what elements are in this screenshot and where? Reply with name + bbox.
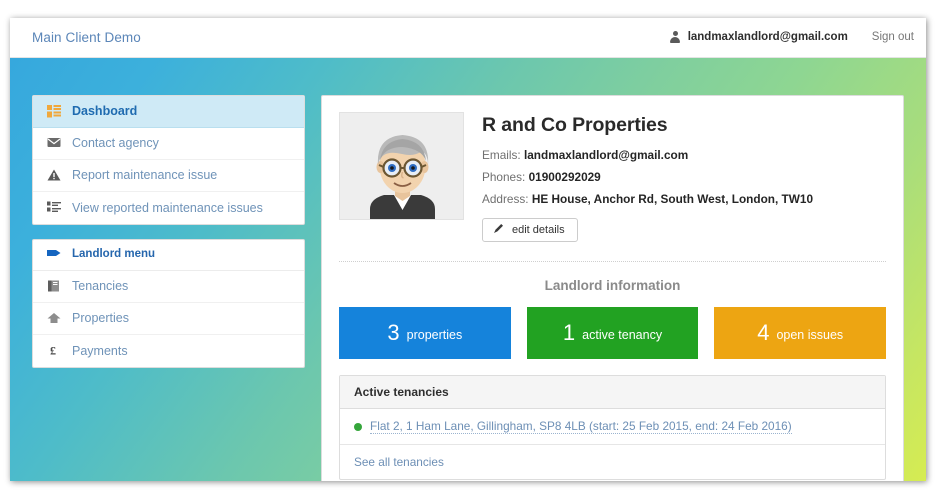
edit-details-button[interactable]: edit details bbox=[482, 218, 578, 242]
emails-label: Emails: bbox=[482, 148, 521, 162]
stat-properties[interactable]: 3 properties bbox=[339, 307, 511, 359]
envelope-icon bbox=[47, 137, 62, 151]
page-background: Dashboard Contact agency Report maintena… bbox=[10, 58, 926, 481]
address-label: Address: bbox=[482, 192, 529, 206]
navbar-right-group: landmaxlandlord@gmail.com Sign out bbox=[670, 31, 914, 43]
list-icon bbox=[47, 201, 62, 215]
sidebar-section-label: Landlord menu bbox=[72, 248, 156, 261]
top-navbar: Main Client Demo landmaxlandlord@gmail.c… bbox=[10, 18, 926, 58]
see-all-row: See all tenancies bbox=[340, 445, 885, 479]
stats-row: 3 properties 1 active tenancy 4 open iss… bbox=[339, 307, 887, 359]
phones-label: Phones: bbox=[482, 170, 526, 184]
sidebar-item-label: Properties bbox=[72, 311, 129, 326]
user-icon bbox=[670, 31, 681, 43]
profile-details: R and Co Properties Emails: landmaxlandl… bbox=[482, 112, 886, 242]
user-email-label: landmaxlandlord@gmail.com bbox=[687, 31, 848, 43]
app-root: Main Client Demo landmaxlandlord@gmail.c… bbox=[0, 0, 936, 503]
pencil-icon bbox=[493, 223, 504, 237]
pound-icon: £ bbox=[47, 344, 62, 358]
phones-value: 01900292029 bbox=[528, 170, 601, 184]
tag-icon bbox=[47, 248, 62, 262]
profile-emails-row: Emails: landmaxlandlord@gmail.com bbox=[482, 148, 886, 162]
sidebar-secondary-panel: Landlord menu Tenancies Properties £ Pay… bbox=[32, 239, 305, 368]
sidebar-item-label: Payments bbox=[72, 343, 128, 358]
sidebar-item-label: View reported maintenance issues bbox=[72, 200, 263, 215]
divider bbox=[339, 261, 886, 262]
sidebar-item-contact-agency[interactable]: Contact agency bbox=[33, 128, 304, 160]
sidebar-item-label: Contact agency bbox=[72, 136, 159, 151]
main-content-card: R and Co Properties Emails: landmaxlandl… bbox=[321, 95, 904, 481]
sidebar-item-tenancies[interactable]: Tenancies bbox=[33, 271, 304, 303]
sidebar-section-landlord-menu: Landlord menu bbox=[33, 240, 304, 271]
table-row: Flat 2, 1 Ham Lane, Gillingham, SP8 4LB … bbox=[340, 409, 885, 445]
user-account-block[interactable]: landmaxlandlord@gmail.com bbox=[670, 31, 848, 43]
tenancy-link[interactable]: Flat 2, 1 Ham Lane, Gillingham, SP8 4LB … bbox=[370, 419, 792, 434]
sidebar-item-dashboard[interactable]: Dashboard bbox=[33, 96, 304, 128]
sidebar-item-properties[interactable]: Properties bbox=[33, 303, 304, 335]
profile-phones-row: Phones: 01900292029 bbox=[482, 170, 886, 184]
warning-triangle-icon bbox=[47, 169, 62, 183]
brand-title[interactable]: Main Client Demo bbox=[32, 30, 141, 45]
stat-open-issues[interactable]: 4 open issues bbox=[714, 307, 887, 359]
stat-label: open issues bbox=[776, 328, 844, 343]
book-icon bbox=[47, 280, 62, 294]
stat-label: active tenancy bbox=[582, 328, 663, 343]
stat-number: 4 bbox=[757, 320, 770, 345]
landlord-information-title: Landlord information bbox=[544, 278, 681, 293]
avatar bbox=[339, 112, 464, 220]
edit-details-label: edit details bbox=[512, 224, 565, 236]
active-tenancies-title: Active tenancies bbox=[340, 376, 885, 409]
sidebar: Dashboard Contact agency Report maintena… bbox=[32, 95, 305, 382]
status-badge bbox=[354, 422, 362, 431]
sign-out-link[interactable]: Sign out bbox=[872, 31, 914, 43]
address-value: HE House, Anchor Rd, South West, London,… bbox=[531, 192, 813, 206]
sidebar-item-view-maintenance[interactable]: View reported maintenance issues bbox=[33, 192, 304, 224]
sidebar-item-label: Report maintenance issue bbox=[72, 168, 218, 183]
page-title: R and Co Properties bbox=[482, 114, 668, 136]
sidebar-item-label: Dashboard bbox=[72, 104, 138, 119]
stat-active-tenancy[interactable]: 1 active tenancy bbox=[526, 307, 699, 359]
stat-number: 3 bbox=[387, 320, 400, 345]
emails-value: landmaxlandlord@gmail.com bbox=[523, 148, 689, 162]
sidebar-item-payments[interactable]: £ Payments bbox=[33, 335, 304, 367]
profile-address-row: Address: HE House, Anchor Rd, South West… bbox=[482, 192, 886, 206]
sidebar-item-label: Tenancies bbox=[72, 279, 129, 294]
profile-section: R and Co Properties Emails: landmaxlandl… bbox=[339, 112, 886, 242]
user-avatar-illustration bbox=[340, 113, 463, 219]
sidebar-item-report-maintenance[interactable]: Report maintenance issue bbox=[33, 160, 304, 192]
stat-number: 1 bbox=[562, 320, 576, 345]
active-tenancies-panel: Active tenancies Flat 2, 1 Ham Lane, Gil… bbox=[339, 375, 886, 480]
home-icon bbox=[47, 312, 62, 326]
browser-window: Main Client Demo landmaxlandlord@gmail.c… bbox=[10, 18, 926, 481]
stat-label: properties bbox=[406, 328, 463, 343]
dashboard-grid-icon bbox=[47, 104, 62, 119]
see-all-tenancies-link[interactable]: See all tenancies bbox=[354, 455, 444, 469]
svg-text:£: £ bbox=[50, 344, 56, 356]
sidebar-primary-panel: Dashboard Contact agency Report maintena… bbox=[32, 95, 305, 225]
